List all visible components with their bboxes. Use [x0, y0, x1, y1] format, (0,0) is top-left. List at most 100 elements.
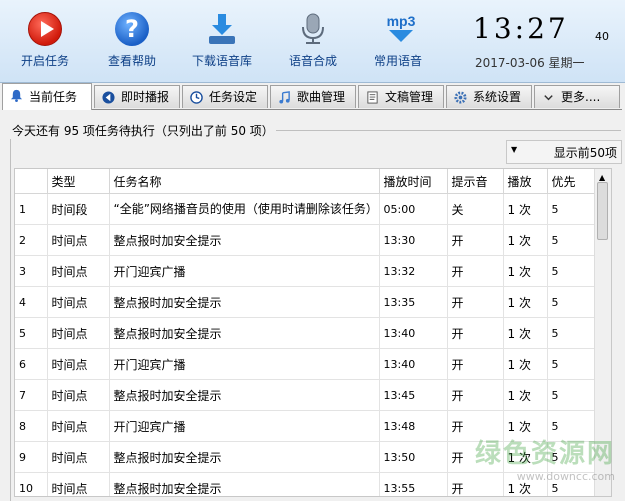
pending-tasks-summary: 今天还有 95 项任务待执行（只列出了前 50 项） — [10, 122, 276, 139]
cell-priority: 5 — [547, 348, 596, 380]
cell-priority: 5 — [547, 255, 596, 287]
cell-play-count: 1 次 — [503, 193, 548, 225]
cell-play-count: 1 次 — [503, 224, 548, 256]
cell-alert-tone: 开 — [447, 379, 504, 411]
cell-type: 时间点 — [47, 410, 110, 442]
cell-priority: 5 — [547, 410, 596, 442]
cell-alert-tone: 开 — [447, 410, 504, 442]
table-row[interactable]: 9 时间点 整点报时加安全提示 13:50 开 1 次 5 — [15, 441, 596, 473]
cell-task-name: 整点报时加安全提示 — [109, 224, 380, 256]
common-voices-button[interactable]: mp3 常用语音 — [363, 6, 433, 72]
scrollbar-thumb[interactable] — [597, 182, 608, 240]
col-header-index[interactable] — [15, 169, 48, 194]
table-row[interactable]: 10 时间点 整点报时加安全提示 13:55 开 1 次 5 — [15, 472, 596, 496]
cell-index: 8 — [15, 410, 48, 442]
col-header-play-time[interactable]: 播放时间 — [379, 169, 448, 194]
table-row[interactable]: 7 时间点 整点报时加安全提示 13:45 开 1 次 5 — [15, 379, 596, 411]
col-header-task-name[interactable]: 任务名称 — [109, 169, 380, 194]
cell-task-name: 开门迎宾广播 — [109, 255, 380, 287]
cell-type: 时间点 — [47, 255, 110, 287]
start-task-button[interactable]: 开启任务 — [10, 6, 80, 72]
cell-task-name: 开门迎宾广播 — [109, 410, 380, 442]
download-icon — [205, 12, 239, 46]
microphone-icon — [296, 12, 330, 46]
table-row[interactable]: 8 时间点 开门迎宾广播 13:48 开 1 次 5 — [15, 410, 596, 442]
voice-synthesis-button[interactable]: 语音合成 — [278, 6, 348, 72]
cell-task-name: 整点报时加安全提示 — [109, 317, 380, 349]
cell-type: 时间点 — [47, 441, 110, 473]
tab-system-settings-label: 系统设置 — [473, 90, 522, 104]
tab-document-management[interactable]: 文稿管理 — [358, 85, 444, 108]
svg-text:mp3: mp3 — [387, 13, 416, 29]
cell-alert-tone: 开 — [447, 348, 504, 380]
cell-priority: 5 — [547, 224, 596, 256]
table-row[interactable]: 2 时间点 整点报时加安全提示 13:30 开 1 次 5 — [15, 224, 596, 256]
display-count-select[interactable]: ▼ 显示前50项 — [506, 140, 622, 164]
col-header-type[interactable]: 类型 — [47, 169, 110, 194]
cell-index: 1 — [15, 193, 48, 225]
cell-type: 时间点 — [47, 348, 110, 380]
tab-more[interactable]: 更多.... — [534, 85, 620, 108]
cell-play-time: 13:32 — [379, 255, 448, 287]
cell-play-count: 1 次 — [503, 286, 548, 318]
tab-current-tasks[interactable]: 当前任务 — [2, 83, 92, 110]
tab-song-management[interactable]: 歌曲管理 — [270, 85, 356, 108]
cell-index: 2 — [15, 224, 48, 256]
cell-play-count: 1 次 — [503, 348, 548, 380]
table-row[interactable]: 1 时间段 “全能”网络播音员的使用（使用时请删除该任务） 05:00 关 1 … — [15, 193, 596, 225]
col-header-priority[interactable]: 优先 — [547, 169, 596, 194]
cell-alert-tone: 关 — [447, 193, 504, 225]
music-note-icon — [279, 91, 290, 104]
cell-task-name: 整点报时加安全提示 — [109, 441, 380, 473]
document-icon — [367, 91, 378, 104]
main-toolbar: 开启任务 查看帮助 下载语音库 语音合成 mp3 — [0, 0, 625, 83]
download-voice-library-button[interactable]: 下载语音库 — [187, 6, 257, 72]
cell-priority: 5 — [547, 286, 596, 318]
tab-instant-broadcast-label: 即时播报 — [121, 90, 170, 104]
cell-index: 5 — [15, 317, 48, 349]
cell-play-time: 13:45 — [379, 379, 448, 411]
table-row[interactable]: 3 时间点 开门迎宾广播 13:32 开 1 次 5 — [15, 255, 596, 287]
display-count-value: 显示前50项 — [553, 146, 617, 160]
chevron-down-icon — [544, 95, 553, 101]
view-help-button[interactable]: 查看帮助 — [97, 6, 167, 72]
voice-synthesis-label: 语音合成 — [288, 54, 337, 68]
cell-type: 时间点 — [47, 379, 110, 411]
tab-document-management-label: 文稿管理 — [385, 90, 434, 104]
tab-system-settings[interactable]: 系统设置 — [446, 85, 532, 108]
col-header-alert-tone[interactable]: 提示音 — [447, 169, 504, 194]
scroll-up-icon[interactable]: ▲ — [599, 173, 605, 182]
table-row[interactable]: 6 时间点 开门迎宾广播 13:40 开 1 次 5 — [15, 348, 596, 380]
col-header-play-count[interactable]: 播放 — [503, 169, 548, 194]
speaker-icon — [102, 91, 115, 104]
cell-play-time: 13:48 — [379, 410, 448, 442]
cell-task-name: 整点报时加安全提示 — [109, 472, 380, 496]
cell-type: 时间点 — [47, 224, 110, 256]
table-row[interactable]: 5 时间点 整点报时加安全提示 13:40 开 1 次 5 — [15, 317, 596, 349]
cell-type: 时间段 — [47, 193, 110, 225]
tab-bar: 当前任务 即时播报 任务设定 歌曲管理 文稿管理 系统设置 更多.... — [2, 83, 622, 110]
vertical-scrollbar[interactable]: ▲ — [594, 169, 611, 496]
cell-play-count: 1 次 — [503, 379, 548, 411]
cell-priority: 5 — [547, 472, 596, 496]
cell-priority: 5 — [547, 193, 596, 225]
cell-alert-tone: 开 — [447, 224, 504, 256]
tab-song-management-label: 歌曲管理 — [297, 90, 346, 104]
cell-play-count: 1 次 — [503, 472, 548, 496]
play-icon — [28, 12, 62, 46]
table-row[interactable]: 4 时间点 整点报时加安全提示 13:35 开 1 次 5 — [15, 286, 596, 318]
cell-play-count: 1 次 — [503, 255, 548, 287]
cell-index: 6 — [15, 348, 48, 380]
cell-index: 7 — [15, 379, 48, 411]
tab-instant-broadcast[interactable]: 即时播报 — [94, 85, 180, 108]
cell-alert-tone: 开 — [447, 472, 504, 496]
tab-task-settings[interactable]: 任务设定 — [182, 85, 268, 108]
cell-task-name: 开门迎宾广播 — [109, 348, 380, 380]
cell-play-time: 13:50 — [379, 441, 448, 473]
tab-task-settings-label: 任务设定 — [209, 90, 258, 104]
bell-icon — [10, 89, 23, 102]
cell-type: 时间点 — [47, 286, 110, 318]
cell-type: 时间点 — [47, 317, 110, 349]
cell-alert-tone: 开 — [447, 286, 504, 318]
help-icon — [115, 12, 149, 46]
